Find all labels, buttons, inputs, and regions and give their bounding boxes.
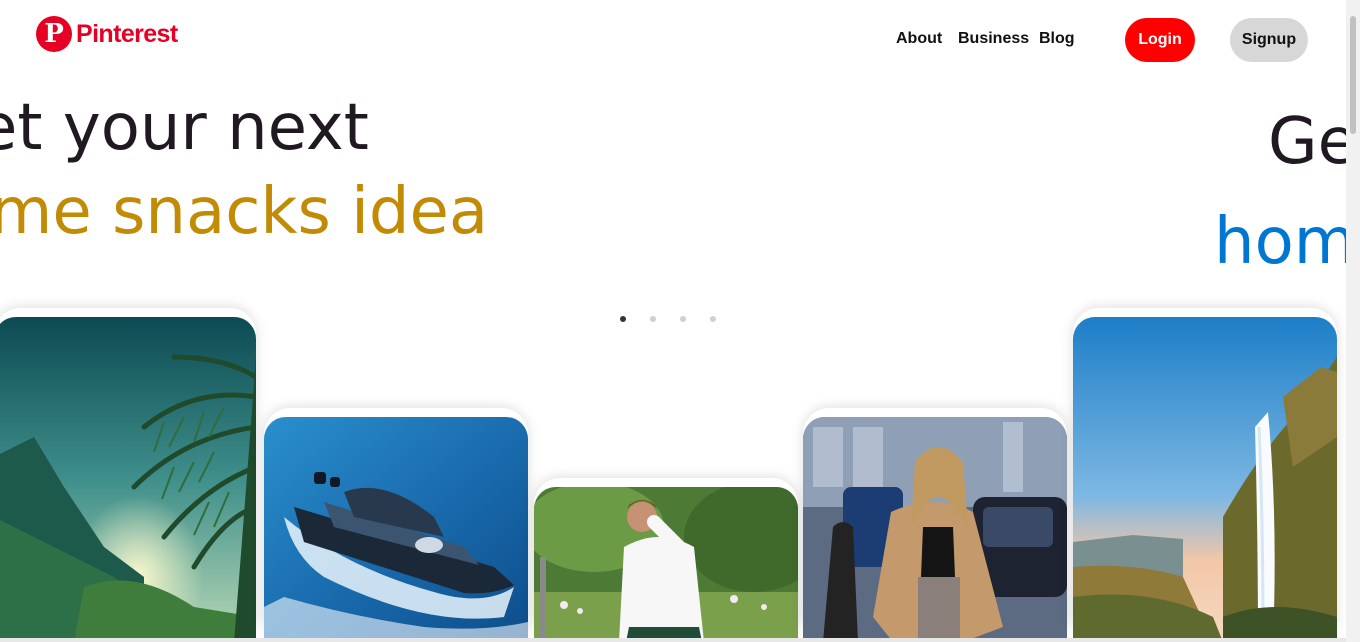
waterfall-cliff-image xyxy=(1073,317,1337,642)
carousel-dots xyxy=(620,316,716,322)
next-hero-headline-line2: hom xyxy=(1214,205,1357,279)
signup-button[interactable]: Signup xyxy=(1230,18,1308,62)
nav-link-about[interactable]: About xyxy=(896,30,942,48)
tropical-mountain-palm-image xyxy=(0,317,256,642)
pin-card-3[interactable] xyxy=(534,478,798,642)
login-button[interactable]: Login xyxy=(1125,18,1195,62)
hero-headline-line1: et your next xyxy=(0,91,369,165)
man-white-shirt-image xyxy=(534,487,798,642)
brand-name: Pinterest xyxy=(76,19,178,48)
pin-card-1[interactable] xyxy=(0,308,256,642)
pin-card-4[interactable] xyxy=(803,408,1067,642)
top-navigation-bar: P Pinterest About Business Blog Login Si… xyxy=(0,0,1340,80)
hero-headline-line2: me snacks idea xyxy=(0,175,489,249)
woman-street-fashion-image xyxy=(803,417,1067,642)
page-scrollbar[interactable] xyxy=(1346,0,1360,642)
pin-card-2[interactable] xyxy=(264,408,528,642)
pin-card-5[interactable] xyxy=(1073,308,1337,642)
nav-link-blog[interactable]: Blog xyxy=(1039,30,1075,48)
carousel-dot-1[interactable] xyxy=(620,316,626,322)
nav-link-business[interactable]: Business xyxy=(958,30,1029,48)
next-hero-headline-line1: Ge xyxy=(1268,105,1357,179)
pinterest-p-icon: P xyxy=(36,16,72,52)
carousel-dot-4[interactable] xyxy=(710,316,716,322)
pinterest-logo[interactable]: P Pinterest xyxy=(36,16,178,52)
pinterest-landing-page: P Pinterest About Business Blog Login Si… xyxy=(0,0,1360,642)
carousel-dot-2[interactable] xyxy=(650,316,656,322)
bottom-edge xyxy=(0,638,1346,642)
carousel-dot-3[interactable] xyxy=(680,316,686,322)
scrollbar-thumb[interactable] xyxy=(1350,16,1356,134)
luxury-yacht-image xyxy=(264,417,528,642)
